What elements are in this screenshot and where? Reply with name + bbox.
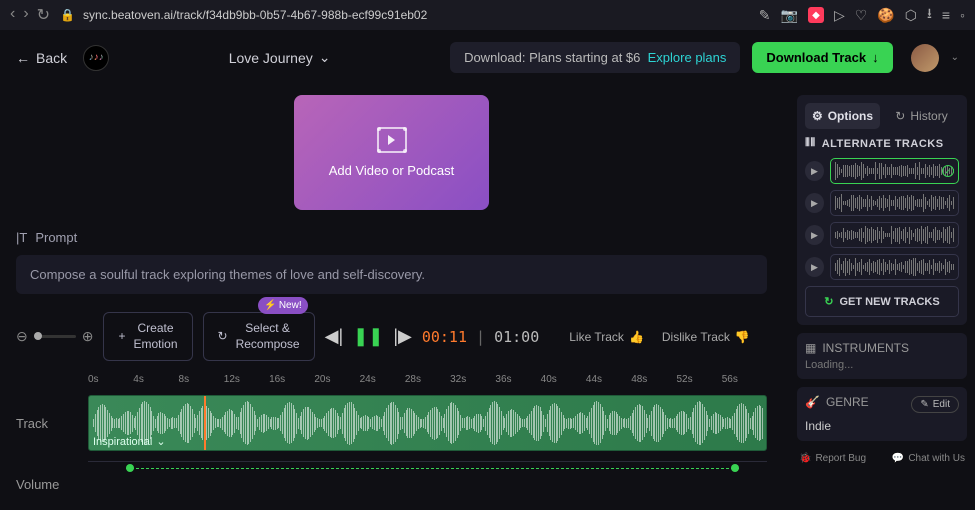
equalizer-icon: ⦀⦀ bbox=[805, 137, 816, 150]
repeat-icon: ↻ bbox=[824, 295, 833, 308]
play-icon[interactable]: ▶ bbox=[805, 193, 824, 213]
edit-genre-button[interactable]: ✎Edit bbox=[911, 396, 959, 413]
track-title[interactable]: Love Journey ⌄ bbox=[121, 49, 438, 66]
send-icon[interactable]: ▷ bbox=[834, 7, 845, 24]
prompt-header: |T Prompt bbox=[16, 230, 767, 245]
history-tab[interactable]: ↻History bbox=[884, 103, 959, 129]
back-button[interactable]: ← Back bbox=[16, 50, 67, 66]
volume-envelope[interactable] bbox=[88, 461, 767, 509]
cube-icon[interactable]: ⬡ bbox=[905, 7, 917, 24]
thumbs-up-icon: 👍 bbox=[629, 330, 644, 344]
check-icon: ✓ bbox=[942, 165, 954, 177]
genre-value: Indie bbox=[805, 419, 959, 433]
arrow-left-icon: ← bbox=[16, 50, 30, 66]
compose-icon[interactable]: ✎ bbox=[759, 7, 771, 24]
piano-icon: ▦ bbox=[805, 341, 816, 355]
prompt-input[interactable]: Compose a soulful track exploring themes… bbox=[16, 255, 767, 294]
new-badge: ⚡New! bbox=[258, 297, 307, 314]
chat-link[interactable]: 💬Chat with Us bbox=[892, 453, 965, 464]
pause-button[interactable]: ❚❚ bbox=[353, 326, 383, 347]
track-waveform[interactable]: Inspirational⌄ bbox=[88, 395, 767, 451]
chat-icon: 💬 bbox=[892, 453, 904, 464]
skip-forward-icon[interactable]: |▶ bbox=[393, 326, 412, 347]
play-icon[interactable]: ▶ bbox=[805, 257, 824, 277]
heart-icon[interactable]: ♡ bbox=[855, 7, 868, 24]
guitar-icon: 🎸 bbox=[805, 395, 820, 409]
create-emotion-button[interactable]: + Create Emotion bbox=[103, 312, 192, 361]
profile-icon[interactable]: ◦ bbox=[960, 7, 965, 23]
genre-header: 🎸GENRE bbox=[805, 395, 869, 409]
text-cursor-icon: |T bbox=[16, 230, 27, 245]
bug-icon: 🐞 bbox=[799, 453, 811, 464]
explore-link[interactable]: Explore plans bbox=[648, 50, 727, 65]
alternate-tracks-header: ⦀⦀ALTERNATE TRACKS bbox=[805, 137, 959, 150]
reload-icon[interactable]: ↻ bbox=[37, 5, 50, 25]
zoom-in-icon[interactable]: ⊕ bbox=[82, 328, 94, 345]
nav-forward-icon[interactable]: › bbox=[23, 5, 28, 25]
playhead[interactable] bbox=[204, 395, 206, 450]
like-button[interactable]: Like Track👍 bbox=[569, 330, 644, 344]
skip-back-icon[interactable]: ◀| bbox=[325, 326, 344, 347]
alternate-track[interactable]: ▶ bbox=[805, 190, 959, 216]
get-new-tracks-button[interactable]: ↻GET NEW TRACKS bbox=[805, 286, 959, 317]
chevron-down-icon: ⌄ bbox=[156, 435, 165, 448]
gear-icon: ⚙ bbox=[812, 109, 823, 123]
emotion-tag[interactable]: Inspirational⌄ bbox=[93, 435, 166, 448]
track-label: Track bbox=[16, 416, 88, 431]
play-icon[interactable]: ▶ bbox=[805, 161, 824, 181]
download-track-button[interactable]: Download Track ↓ bbox=[752, 42, 892, 73]
camera-icon[interactable]: 📷 bbox=[781, 7, 798, 24]
avatar[interactable] bbox=[911, 44, 939, 72]
cookie-icon[interactable]: 🍪 bbox=[877, 7, 894, 24]
time-display: 00:11 | 01:00 bbox=[422, 328, 539, 346]
recompose-icon: ↻ bbox=[218, 329, 228, 345]
report-bug-link[interactable]: 🐞Report Bug bbox=[799, 453, 866, 464]
alternate-track[interactable]: ▶ bbox=[805, 254, 959, 280]
zoom-out-icon[interactable]: ⊖ bbox=[16, 328, 28, 345]
volume-label: Volume bbox=[16, 477, 88, 492]
upload-label: Add Video or Podcast bbox=[329, 163, 455, 178]
nav-back-icon[interactable]: ‹ bbox=[10, 5, 15, 25]
back-label: Back bbox=[36, 50, 67, 66]
pencil-icon: ✎ bbox=[920, 399, 928, 410]
options-tab[interactable]: ⚙Options bbox=[805, 103, 880, 129]
download-arrow-icon: ↓ bbox=[872, 50, 879, 65]
film-icon bbox=[377, 127, 407, 153]
zoom-slider[interactable] bbox=[34, 335, 76, 338]
clock-icon: ↻ bbox=[895, 109, 905, 123]
alternate-track[interactable]: ▶✓ bbox=[805, 158, 959, 184]
instruments-header: ▦INSTRUMENTS bbox=[805, 341, 959, 355]
thumbs-down-icon: 👎 bbox=[735, 330, 750, 344]
lock-icon: 🔒 bbox=[60, 8, 75, 22]
timeline-ruler[interactable]: 0s4s8s12s16s20s24s28s32s36s40s44s48s52s5… bbox=[16, 369, 767, 389]
play-icon[interactable]: ▶ bbox=[805, 225, 824, 245]
chevron-down-icon: ⌄ bbox=[319, 49, 331, 66]
dislike-button[interactable]: Dislike Track👎 bbox=[662, 330, 750, 344]
download-banner: Download: Plans starting at $6 Explore p… bbox=[450, 42, 740, 73]
logo: ♪♪♪ bbox=[83, 45, 109, 71]
upload-media-button[interactable]: Add Video or Podcast bbox=[294, 95, 489, 210]
url-text: sync.beatoven.ai/track/f34db9bb-0b57-4b6… bbox=[83, 8, 427, 22]
instruments-loading: Loading... bbox=[805, 359, 959, 371]
chevron-down-icon[interactable]: ⌄ bbox=[951, 52, 959, 63]
select-recompose-button[interactable]: ⚡New! ↻ Select & Recompose bbox=[203, 312, 315, 361]
download-icon[interactable]: ⭳ bbox=[927, 3, 932, 27]
plus-icon: + bbox=[118, 329, 125, 345]
settings-icon[interactable]: ≡ bbox=[942, 7, 950, 23]
alternate-track[interactable]: ▶ bbox=[805, 222, 959, 248]
shield-icon[interactable]: ◆ bbox=[808, 7, 824, 23]
